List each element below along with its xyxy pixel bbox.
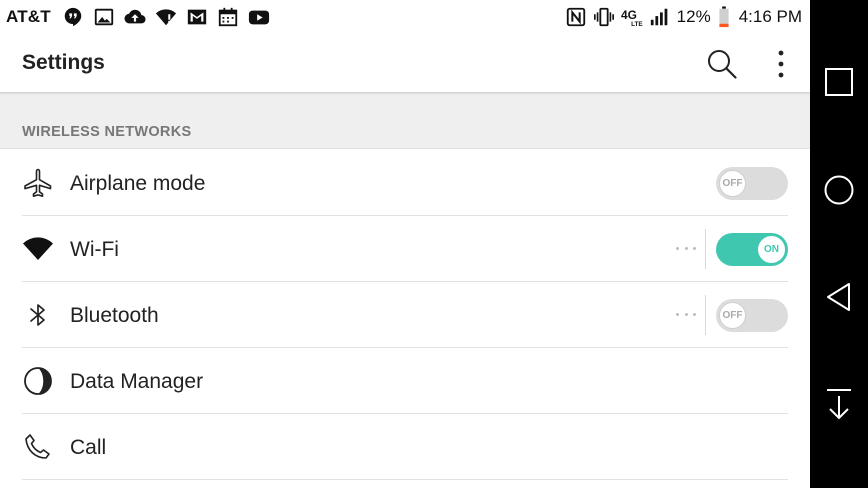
more-horiz-icon[interactable] <box>676 242 696 254</box>
back-icon <box>827 283 850 311</box>
list-item-airplane-mode[interactable]: Airplane mode OFF <box>0 150 810 216</box>
list-item-call[interactable]: Call <box>0 414 810 480</box>
list-item-data-manager[interactable]: Data Manager <box>0 348 810 414</box>
carrier-name: AT&T <box>6 7 51 26</box>
vertical-divider <box>705 295 706 335</box>
home-button[interactable] <box>819 170 859 210</box>
page-title: Settings <box>22 51 105 74</box>
svg-text:4G: 4G <box>621 8 637 22</box>
list-item-bluetooth[interactable]: Bluetooth OFF <box>0 282 810 348</box>
notifications-button[interactable] <box>819 384 859 424</box>
wifi-toggle[interactable]: ON <box>716 233 788 266</box>
youtube-icon <box>248 6 270 28</box>
gmail-icon <box>186 6 208 28</box>
gallery-icon <box>93 6 115 28</box>
list-item-label: Data Manager <box>70 370 204 393</box>
toggle-state: OFF <box>719 302 746 329</box>
nfc-icon <box>565 6 587 28</box>
section-header: WIRELESS NETWORKS <box>0 95 810 149</box>
toggle-state: ON <box>758 236 785 263</box>
battery-icon <box>717 6 731 28</box>
svg-text:LTE: LTE <box>631 21 643 28</box>
phone-icon <box>22 431 54 463</box>
divider <box>22 479 788 480</box>
home-icon <box>824 175 854 205</box>
status-bar: AT&T 4G LTE 12% 4:16 PM <box>0 0 810 34</box>
notifications-down-icon <box>827 389 851 420</box>
battery-percent: 12% <box>676 7 711 26</box>
more-horiz-icon[interactable] <box>676 308 696 320</box>
list-item-label: Airplane mode <box>70 172 206 195</box>
clock: 4:16 PM <box>738 7 802 26</box>
toggle-state: OFF <box>719 170 746 197</box>
hangouts-icon <box>62 6 84 28</box>
signal-icon <box>649 6 671 28</box>
wifi-alert-icon <box>155 6 177 28</box>
status-right: 4G LTE 12% 4:16 PM <box>565 0 802 34</box>
bluetooth-toggle[interactable]: OFF <box>716 299 788 332</box>
bluetooth-icon <box>22 299 54 331</box>
more-vert-icon <box>778 50 784 78</box>
more-options-button[interactable] <box>764 46 798 82</box>
list-item-label: Call <box>70 436 107 459</box>
list-item-wifi[interactable]: Wi-Fi ON <box>0 216 810 282</box>
search-button[interactable] <box>704 46 740 82</box>
airplane-icon <box>22 167 54 199</box>
list-item-label: Wi-Fi <box>70 238 119 261</box>
list-item-label: Bluetooth <box>70 304 159 327</box>
calendar-icon <box>217 6 239 28</box>
settings-list: Airplane mode OFF Wi-Fi ON Bluetooth OFF… <box>0 150 810 480</box>
cloud-upload-icon <box>124 6 146 28</box>
airplane-mode-toggle[interactable]: OFF <box>716 167 788 200</box>
app-bar: Settings <box>0 34 810 92</box>
search-icon <box>708 50 737 79</box>
navigation-bar <box>810 0 868 488</box>
recents-button[interactable] <box>819 62 859 102</box>
data-usage-icon <box>22 365 54 397</box>
vertical-divider <box>705 229 706 269</box>
recents-icon <box>825 68 853 96</box>
back-button[interactable] <box>819 277 859 317</box>
settings-screen: AT&T 4G LTE 12% 4:16 PM Settings WIRELES… <box>0 0 810 488</box>
vibrate-icon <box>593 6 615 28</box>
section-title: WIRELESS NETWORKS <box>22 124 192 140</box>
wifi-icon <box>22 233 54 265</box>
lte-icon: 4G LTE <box>621 6 643 28</box>
status-left: AT&T <box>6 0 270 34</box>
